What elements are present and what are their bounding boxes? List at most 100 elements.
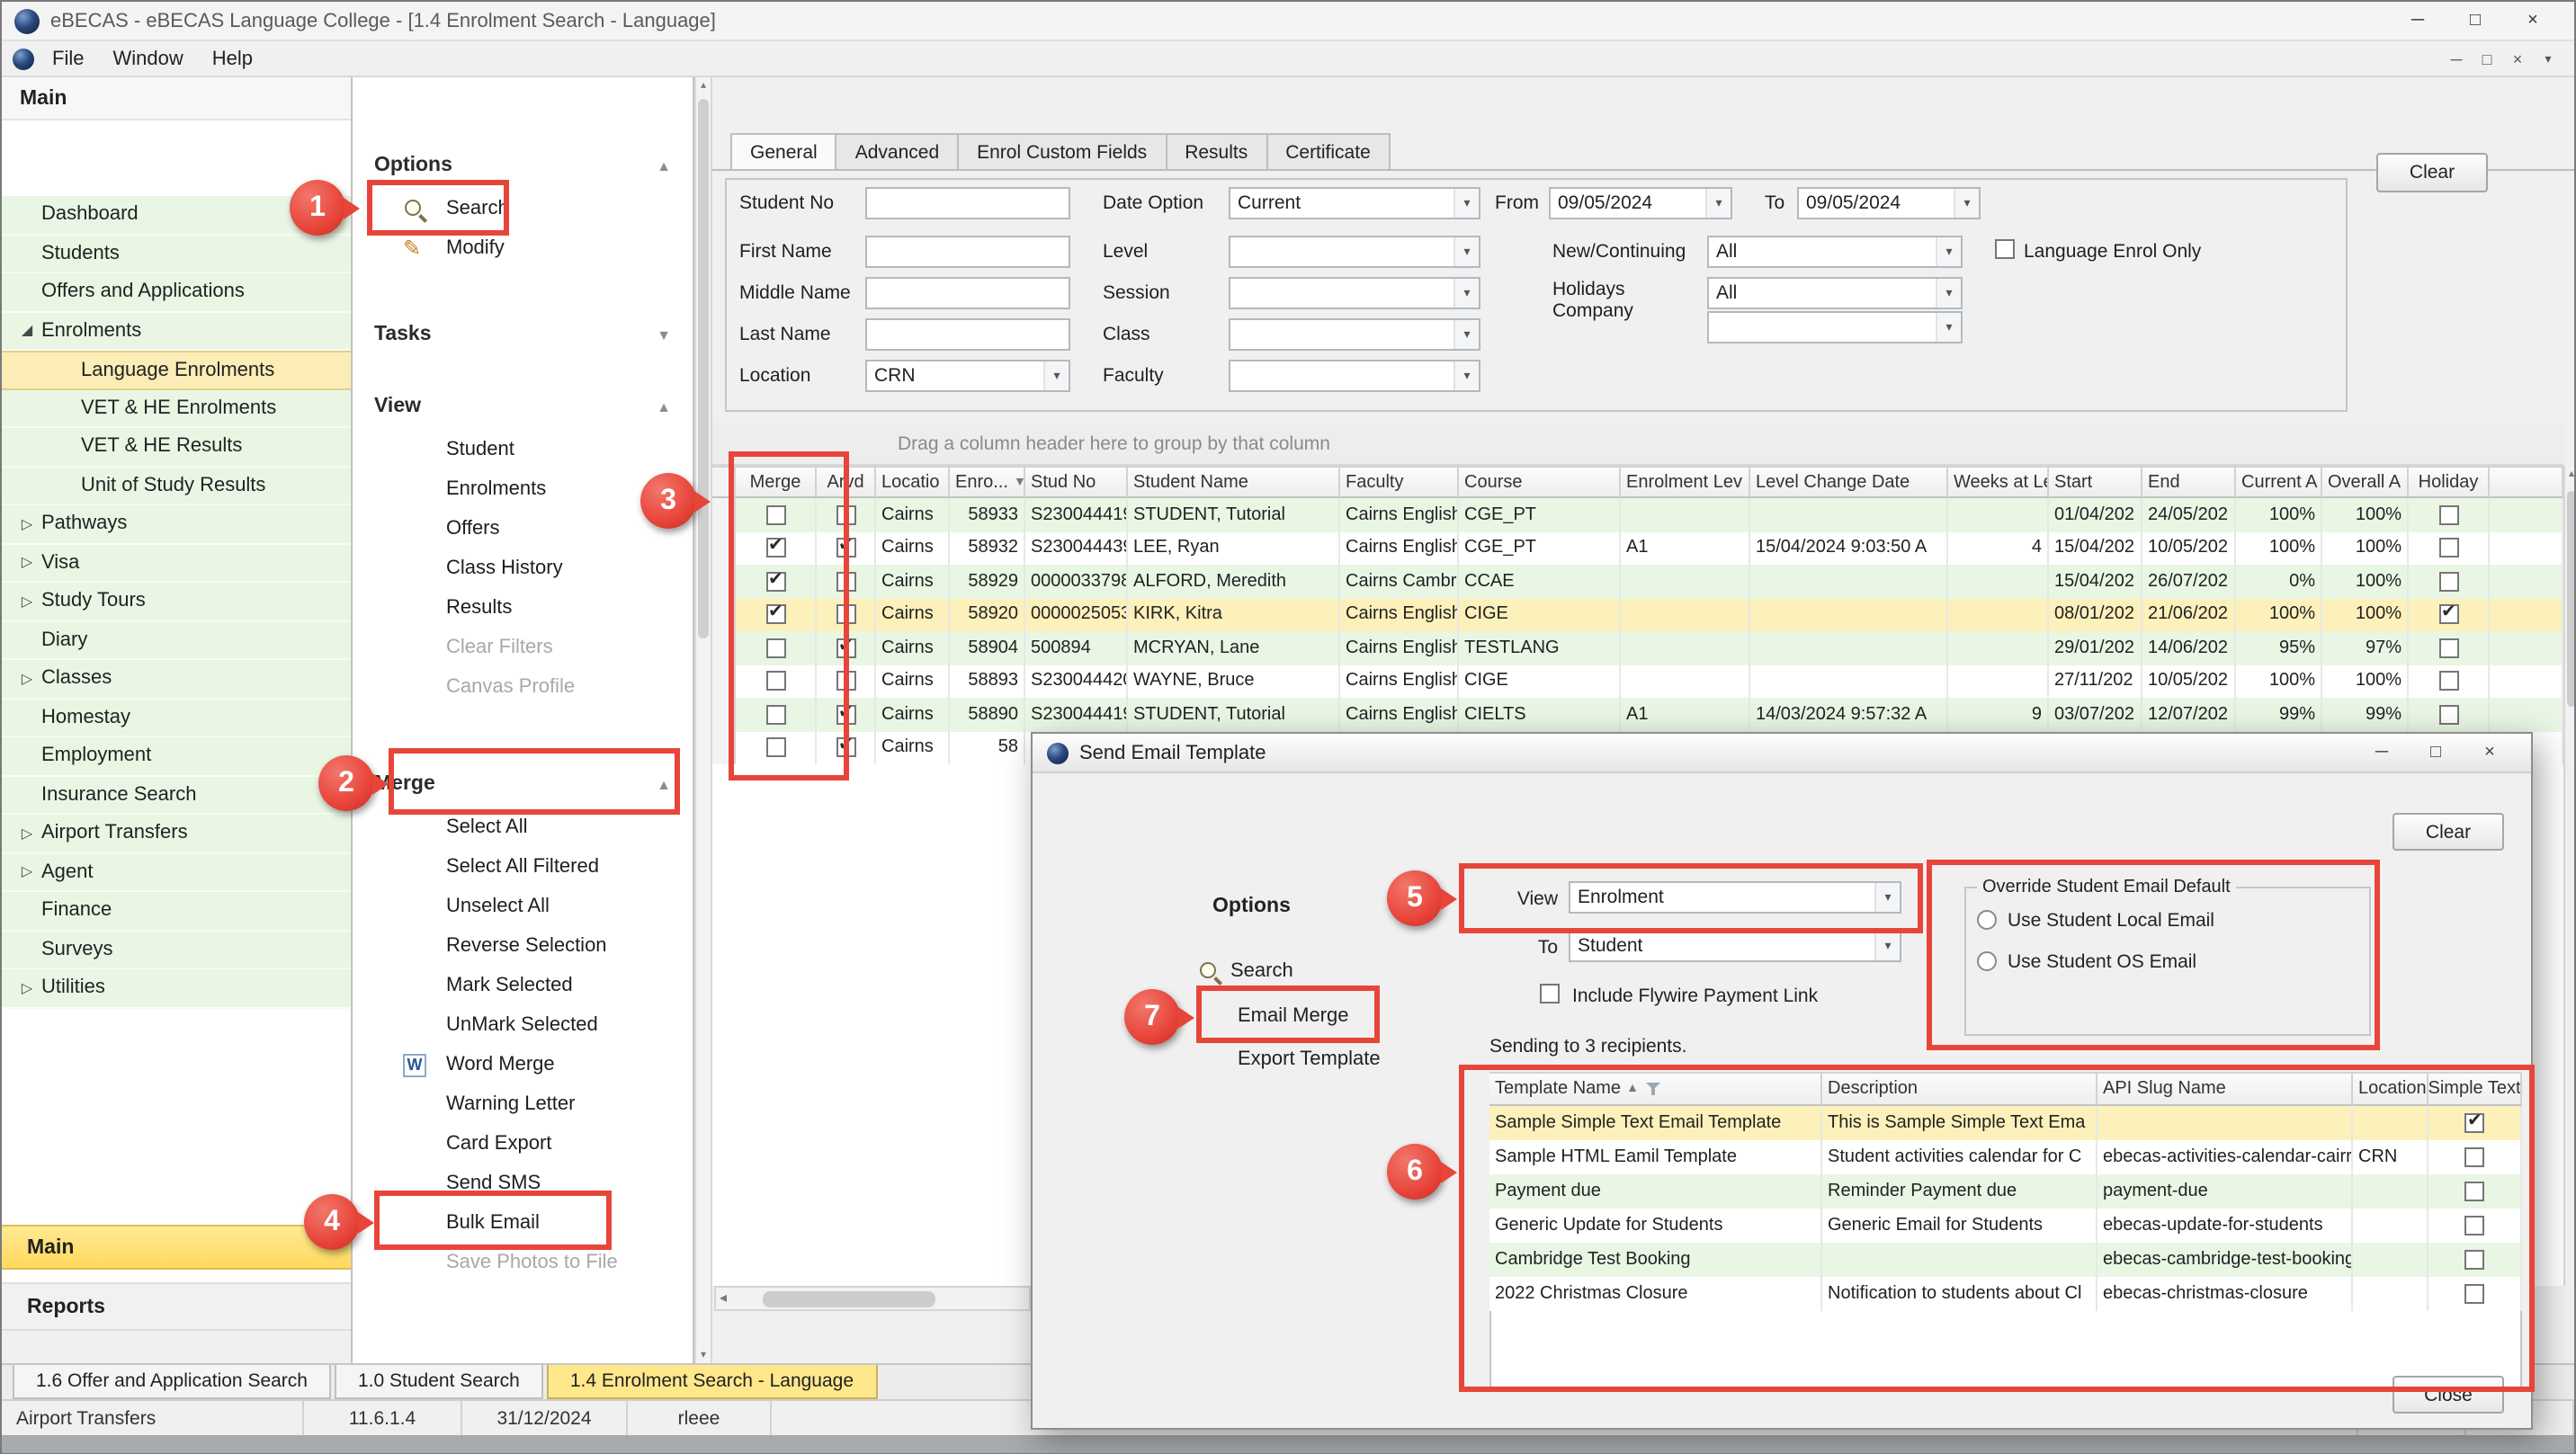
scrollbar-thumb[interactable] xyxy=(2567,491,2576,707)
language-enrol-only-checkbox[interactable] xyxy=(1995,239,2015,259)
simple-text-checkbox[interactable] xyxy=(2464,1284,2484,1304)
column-header-faculty[interactable]: Faculty xyxy=(1340,466,1459,498)
merge-checkbox[interactable] xyxy=(765,539,785,558)
clear-button[interactable]: Clear xyxy=(2376,153,2488,192)
sidebar-item-employment[interactable]: Employment xyxy=(2,737,351,776)
action-item-modify[interactable]: ✎Modify xyxy=(353,228,693,268)
template-column-header-location[interactable]: Location xyxy=(2353,1072,2428,1106)
table-row[interactable]: Cairns58904500894MCRYAN, LaneCairns Engl… xyxy=(712,631,2563,665)
dialog-action-export-template[interactable]: Export Template xyxy=(1238,1041,1381,1077)
table-row[interactable]: Cairns58932S230044439LEE, RyanCairns Eng… xyxy=(712,531,2563,565)
sidebar-item-vet-he-enrolments[interactable]: VET & HE Enrolments xyxy=(2,389,351,428)
arvd-checkbox[interactable] xyxy=(836,738,855,758)
new-continuing-select[interactable]: All▾ xyxy=(1707,236,1963,268)
sidebar-item-insurance-search[interactable]: Insurance Search xyxy=(2,776,351,815)
table-row[interactable]: Cairns58933S230044419STUDENT, TutorialCa… xyxy=(712,498,2563,531)
company-select[interactable]: ▾ xyxy=(1707,311,1963,343)
merge-checkbox[interactable] xyxy=(765,705,785,725)
last-name-input[interactable] xyxy=(865,318,1070,351)
radio-icon[interactable] xyxy=(1977,951,1997,971)
use-student-os-email-option[interactable]: Use Student OS Email xyxy=(1966,942,2369,980)
nav-group-reports[interactable]: Reports xyxy=(2,1282,351,1331)
dialog-clear-button[interactable]: Clear xyxy=(2393,813,2504,851)
dialog-action-email-merge[interactable]: Email Merge xyxy=(1238,998,1349,1034)
sidebar-item-diary[interactable]: Diary xyxy=(2,621,351,660)
mdi-minimize-button[interactable]: ─ xyxy=(2441,49,2472,67)
nav-group-main[interactable]: Main xyxy=(2,1225,351,1270)
column-header-current_att[interactable]: Current A xyxy=(2236,466,2322,498)
holiday-checkbox[interactable] xyxy=(2438,572,2458,592)
sidebar-item-offers-and-applications[interactable]: Offers and Applications xyxy=(2,273,351,312)
section-header-tasks[interactable]: Tasks▼ xyxy=(353,311,693,358)
expand-icon[interactable]: ▷ xyxy=(16,555,38,571)
sidebar-item-vet-he-results[interactable]: VET & HE Results xyxy=(2,428,351,467)
tab-advanced[interactable]: Advanced xyxy=(836,133,959,169)
student-no-input[interactable] xyxy=(865,187,1070,219)
to-select[interactable]: Student▾ xyxy=(1569,930,1901,962)
window-maximize-button[interactable]: □ xyxy=(2446,2,2504,40)
merge-checkbox[interactable] xyxy=(765,572,785,592)
merge-checkbox[interactable] xyxy=(765,672,785,691)
action-item-unmark-selected[interactable]: UnMark Selected xyxy=(353,1005,693,1045)
document-tab-1-4-enrolment-search-language[interactable]: 1.4 Enrolment Search - Language xyxy=(547,1365,877,1399)
vertical-scrollbar[interactable]: ▴ xyxy=(2563,466,2576,1286)
merge-checkbox[interactable] xyxy=(765,505,785,525)
template-column-header-simple_text[interactable]: Simple Text xyxy=(2428,1072,2522,1106)
action-item-word-merge[interactable]: WWord Merge xyxy=(353,1045,693,1084)
document-tab-1-0-student-search[interactable]: 1.0 Student Search xyxy=(335,1365,543,1399)
sidebar-item-study-tours[interactable]: ▷Study Tours xyxy=(2,583,351,621)
action-item-unselect-all[interactable]: Unselect All xyxy=(353,887,693,926)
simple-text-checkbox[interactable] xyxy=(2464,1182,2484,1201)
simple-text-checkbox[interactable] xyxy=(2464,1147,2484,1167)
column-header-weeks_at_level[interactable]: Weeks at Lev xyxy=(1948,466,2049,498)
arvd-checkbox[interactable] xyxy=(836,505,855,525)
actions-panel-scrollbar[interactable]: ▴ ▾ xyxy=(694,77,712,1363)
sidebar-item-homestay[interactable]: Homestay xyxy=(2,699,351,737)
expand-icon[interactable]: ▷ xyxy=(16,980,38,996)
dialog-maximize-button[interactable]: □ xyxy=(2409,735,2463,771)
arvd-checkbox[interactable] xyxy=(836,638,855,658)
level-select[interactable]: ▾ xyxy=(1229,236,1480,268)
template-row[interactable]: Payment dueReminder Payment duepayment-d… xyxy=(1489,1174,2522,1209)
middle-name-input[interactable] xyxy=(865,277,1070,309)
tab-general[interactable]: General xyxy=(730,133,837,169)
horizontal-scrollbar[interactable]: ◂ xyxy=(714,1286,1031,1311)
action-item-select-all[interactable]: Select All xyxy=(353,807,693,847)
template-row[interactable]: Sample HTML Eamil TemplateStudent activi… xyxy=(1489,1140,2522,1174)
expand-icon[interactable]: ▷ xyxy=(16,671,38,687)
sidebar-item-enrolments[interactable]: ◢Enrolments xyxy=(2,312,351,351)
sidebar-item-finance[interactable]: Finance xyxy=(2,892,351,931)
sidebar-item-surveys[interactable]: Surveys xyxy=(2,931,351,969)
column-header-pad[interactable] xyxy=(2490,466,2563,498)
expand-icon[interactable]: ▷ xyxy=(16,864,38,880)
menu-file[interactable]: File xyxy=(38,44,98,73)
filter-icon[interactable] xyxy=(1646,1081,1662,1097)
action-item-student[interactable]: Student xyxy=(353,430,693,469)
mdi-restore-button[interactable]: □ xyxy=(2472,49,2502,67)
action-item-bulk-email[interactable]: Bulk Email xyxy=(353,1203,693,1243)
simple-text-checkbox[interactable] xyxy=(2464,1250,2484,1270)
view-select[interactable]: Enrolment▾ xyxy=(1569,881,1901,914)
column-header-arvd[interactable]: Arvd xyxy=(817,466,876,498)
column-header-location[interactable]: Locatio xyxy=(876,466,950,498)
faculty-select[interactable]: ▾ xyxy=(1229,360,1480,392)
scroll-up-icon[interactable]: ▴ xyxy=(696,79,711,92)
expand-icon[interactable]: ▷ xyxy=(16,516,38,532)
tab-certificate[interactable]: Certificate xyxy=(1266,133,1391,169)
action-item-class-history[interactable]: Class History xyxy=(353,549,693,588)
table-row[interactable]: Cairns58890S230044419STUDENT, TutorialCa… xyxy=(712,698,2563,731)
section-header-merge[interactable]: Merge▲ xyxy=(353,761,693,807)
column-header-merge[interactable]: Merge xyxy=(736,466,817,498)
location-select[interactable]: CRN▾ xyxy=(865,360,1070,392)
menu-window[interactable]: Window xyxy=(98,44,197,73)
arvd-checkbox[interactable] xyxy=(836,605,855,625)
dialog-minimize-button[interactable]: ─ xyxy=(2355,735,2409,771)
table-row[interactable]: Cairns589200000025053KIRK, KitraCairns E… xyxy=(712,598,2563,631)
section-header-view[interactable]: View▲ xyxy=(353,383,693,430)
expand-icon[interactable]: ▷ xyxy=(16,593,38,610)
action-item-send-sms[interactable]: Send SMS xyxy=(353,1164,693,1203)
first-name-input[interactable] xyxy=(865,236,1070,268)
column-header-enrolment_level[interactable]: Enrolment Lev xyxy=(1621,466,1750,498)
scrollbar-thumb[interactable] xyxy=(698,99,709,638)
sidebar-item-utilities[interactable]: ▷Utilities xyxy=(2,969,351,1008)
